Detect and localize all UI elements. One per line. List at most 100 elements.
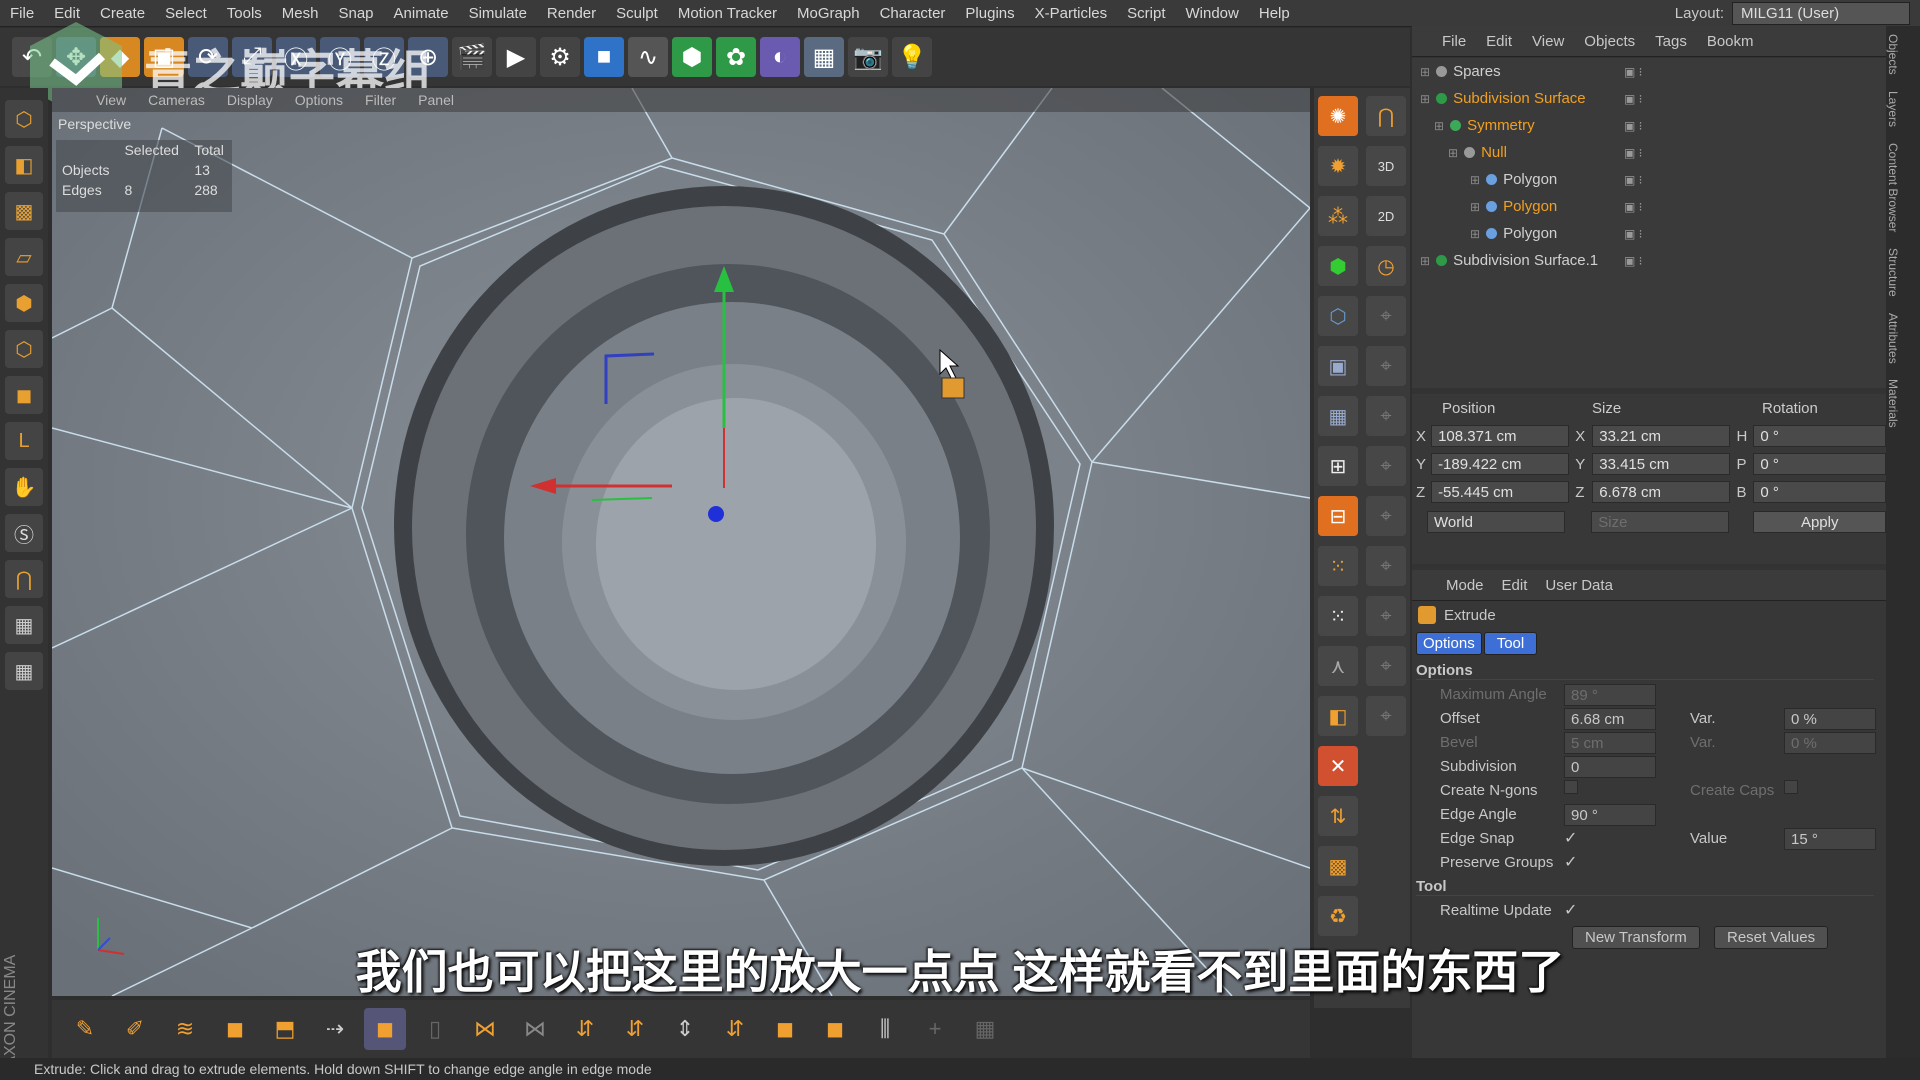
- create-ngons-checkbox[interactable]: [1564, 780, 1578, 794]
- side-tab-structure[interactable]: Structure: [1886, 240, 1900, 305]
- viewport-menu-filter[interactable]: Filter: [365, 92, 396, 108]
- expand-icon[interactable]: ⊞: [1420, 92, 1430, 106]
- cube-icon[interactable]: ◼: [214, 1008, 256, 1050]
- tab-options[interactable]: Options: [1416, 632, 1482, 655]
- 3d-viewport[interactable]: View Cameras Display Options Filter Panel Per…: [52, 88, 1310, 996]
- object-row[interactable]: ⊞ Subdivision Surface ▣ ⁝: [1412, 85, 1886, 112]
- magnet-icon[interactable]: ⋂: [5, 560, 43, 598]
- visibility-flags-icon[interactable]: ▣ ⁝: [1624, 146, 1643, 160]
- cube-primitive-icon[interactable]: ■: [584, 37, 624, 77]
- snap-icon[interactable]: Ⓢ: [5, 514, 43, 552]
- visibility-flags-icon[interactable]: ▣ ⁝: [1624, 92, 1643, 106]
- floor-icon[interactable]: ▦: [804, 37, 844, 77]
- expand-icon[interactable]: ⊞: [1448, 146, 1458, 160]
- attr-menu-edit[interactable]: Edit: [1502, 577, 1528, 594]
- menu-sculpt[interactable]: Sculpt: [606, 5, 668, 22]
- slide-icon[interactable]: ⇵: [614, 1008, 656, 1050]
- visibility-flags-icon[interactable]: ▣ ⁝: [1624, 200, 1643, 214]
- 3d-snap-icon[interactable]: 3D: [1366, 146, 1406, 186]
- uv-icon[interactable]: ⬒: [264, 1008, 306, 1050]
- axis-mode-icon[interactable]: L: [5, 422, 43, 460]
- workplane-icon[interactable]: ▱: [5, 238, 43, 276]
- side-tab-layers[interactable]: Layers: [1886, 83, 1900, 135]
- render-picture-viewer-icon[interactable]: ▶: [496, 37, 536, 77]
- menu-help[interactable]: Help: [1249, 5, 1300, 22]
- menu-simulate[interactable]: Simulate: [459, 5, 537, 22]
- om-menu-objects[interactable]: Objects: [1584, 33, 1635, 50]
- rotation-field[interactable]: 0 °: [1753, 453, 1886, 475]
- layout-dropdown[interactable]: MILG11 (User): [1732, 2, 1910, 25]
- side-tab-content-browser[interactable]: Content Browser: [1886, 135, 1900, 240]
- side-tab-attributes[interactable]: Attributes: [1886, 305, 1900, 372]
- plus-icon[interactable]: +: [914, 1008, 956, 1050]
- attr-menu-mode[interactable]: Mode: [1446, 577, 1484, 594]
- equalize-icon[interactable]: ⫼: [864, 1008, 906, 1050]
- grid-select-icon[interactable]: ▦: [1318, 396, 1358, 436]
- expand-icon[interactable]: ⊞: [1470, 227, 1480, 241]
- grid-icon[interactable]: ▦: [5, 652, 43, 690]
- expand-icon[interactable]: ⊞: [1434, 119, 1444, 133]
- magnet-tool-icon[interactable]: ⋂: [1366, 96, 1406, 136]
- viewport-menu-display[interactable]: Display: [227, 92, 273, 108]
- menu-script[interactable]: Script: [1117, 5, 1175, 22]
- render-settings-icon[interactable]: ⚙: [540, 37, 580, 77]
- mirror-icon[interactable]: ⋏: [1318, 646, 1358, 686]
- position-field[interactable]: -189.422 cm: [1431, 453, 1570, 475]
- knife-tool-icon[interactable]: ✹: [1318, 146, 1358, 186]
- recycle-icon[interactable]: ♻: [1318, 896, 1358, 936]
- value-field[interactable]: 15 °: [1784, 828, 1876, 850]
- sketch-icon[interactable]: ≋: [164, 1008, 206, 1050]
- realtime-update-checkbox[interactable]: ✓: [1564, 900, 1577, 920]
- preserve-groups-checkbox[interactable]: ✓: [1564, 852, 1577, 872]
- clock-icon[interactable]: ◷: [1366, 246, 1406, 286]
- object-row[interactable]: ⊞ Subdivision Surface.1 ▣ ⁝: [1412, 247, 1886, 274]
- snap-option-3-icon[interactable]: ⌖: [1366, 396, 1406, 436]
- object-row[interactable]: ⊞ Polygon ▣ ⁝: [1412, 220, 1886, 247]
- menu-mograph[interactable]: MoGraph: [787, 5, 870, 22]
- texture-mode-icon[interactable]: ▩: [5, 192, 43, 230]
- viewport-menu-view[interactable]: View: [96, 92, 126, 108]
- visibility-flags-icon[interactable]: ▣ ⁝: [1624, 65, 1643, 79]
- bend-icon[interactable]: ◧: [1318, 696, 1358, 736]
- matrix-extrude-icon[interactable]: ▣: [1318, 346, 1358, 386]
- expand-icon[interactable]: ⊞: [1470, 173, 1480, 187]
- pen-icon[interactable]: ✐: [114, 1008, 156, 1050]
- snap-option-8-icon[interactable]: ⌖: [1366, 646, 1406, 686]
- coordinate-system-dropdown[interactable]: World: [1427, 511, 1566, 533]
- grid-small-icon[interactable]: ▦: [964, 1008, 1006, 1050]
- 2d-snap-icon[interactable]: 2D: [1366, 196, 1406, 236]
- size-field[interactable]: 6.678 cm: [1592, 481, 1731, 503]
- tab-tool[interactable]: Tool: [1483, 632, 1538, 655]
- snap-option-9-icon[interactable]: ⌖: [1366, 696, 1406, 736]
- snap-option-5-icon[interactable]: ⌖: [1366, 496, 1406, 536]
- viewport-menu-panel[interactable]: Panel: [418, 92, 454, 108]
- apply-button[interactable]: Apply: [1753, 511, 1886, 533]
- attr-menu-user-data[interactable]: User Data: [1545, 577, 1613, 594]
- expand-icon[interactable]: ⊞: [1420, 254, 1430, 268]
- light-icon[interactable]: 💡: [892, 37, 932, 77]
- om-menu-tags[interactable]: Tags: [1655, 33, 1687, 50]
- om-menu-view[interactable]: View: [1532, 33, 1564, 50]
- extrude-icon[interactable]: ⬢: [1318, 246, 1358, 286]
- object-row[interactable]: ⊞ Symmetry ▣ ⁝: [1412, 112, 1886, 139]
- om-menu-edit[interactable]: Edit: [1486, 33, 1512, 50]
- optimize-icon[interactable]: ⁙: [1318, 596, 1358, 636]
- bridge-tool-icon[interactable]: ✺: [1318, 96, 1358, 136]
- points-mode-icon[interactable]: ⬢: [5, 284, 43, 322]
- var2-field[interactable]: 0 %: [1784, 732, 1876, 754]
- size-field[interactable]: 33.415 cm: [1592, 453, 1731, 475]
- snap-option-6-icon[interactable]: ⌖: [1366, 546, 1406, 586]
- maximum-angle-field[interactable]: 89 °: [1564, 684, 1656, 706]
- bevel-field[interactable]: 5 cm: [1564, 732, 1656, 754]
- dissolve-icon[interactable]: ⋈: [514, 1008, 556, 1050]
- box-settings-icon[interactable]: ◼: [814, 1008, 856, 1050]
- menu-render[interactable]: Render: [537, 5, 606, 22]
- snap-option-1-icon[interactable]: ⌖: [1366, 296, 1406, 336]
- rotation-field[interactable]: 0 °: [1753, 425, 1886, 447]
- offset-field[interactable]: 6.68 cm: [1564, 708, 1656, 730]
- snap-option-2-icon[interactable]: ⌖: [1366, 346, 1406, 386]
- menu-window[interactable]: Window: [1176, 5, 1249, 22]
- bevel-icon[interactable]: ⊟: [1318, 496, 1358, 536]
- rotation-field[interactable]: 0 °: [1753, 481, 1886, 503]
- deformer-icon[interactable]: ◐: [760, 37, 800, 77]
